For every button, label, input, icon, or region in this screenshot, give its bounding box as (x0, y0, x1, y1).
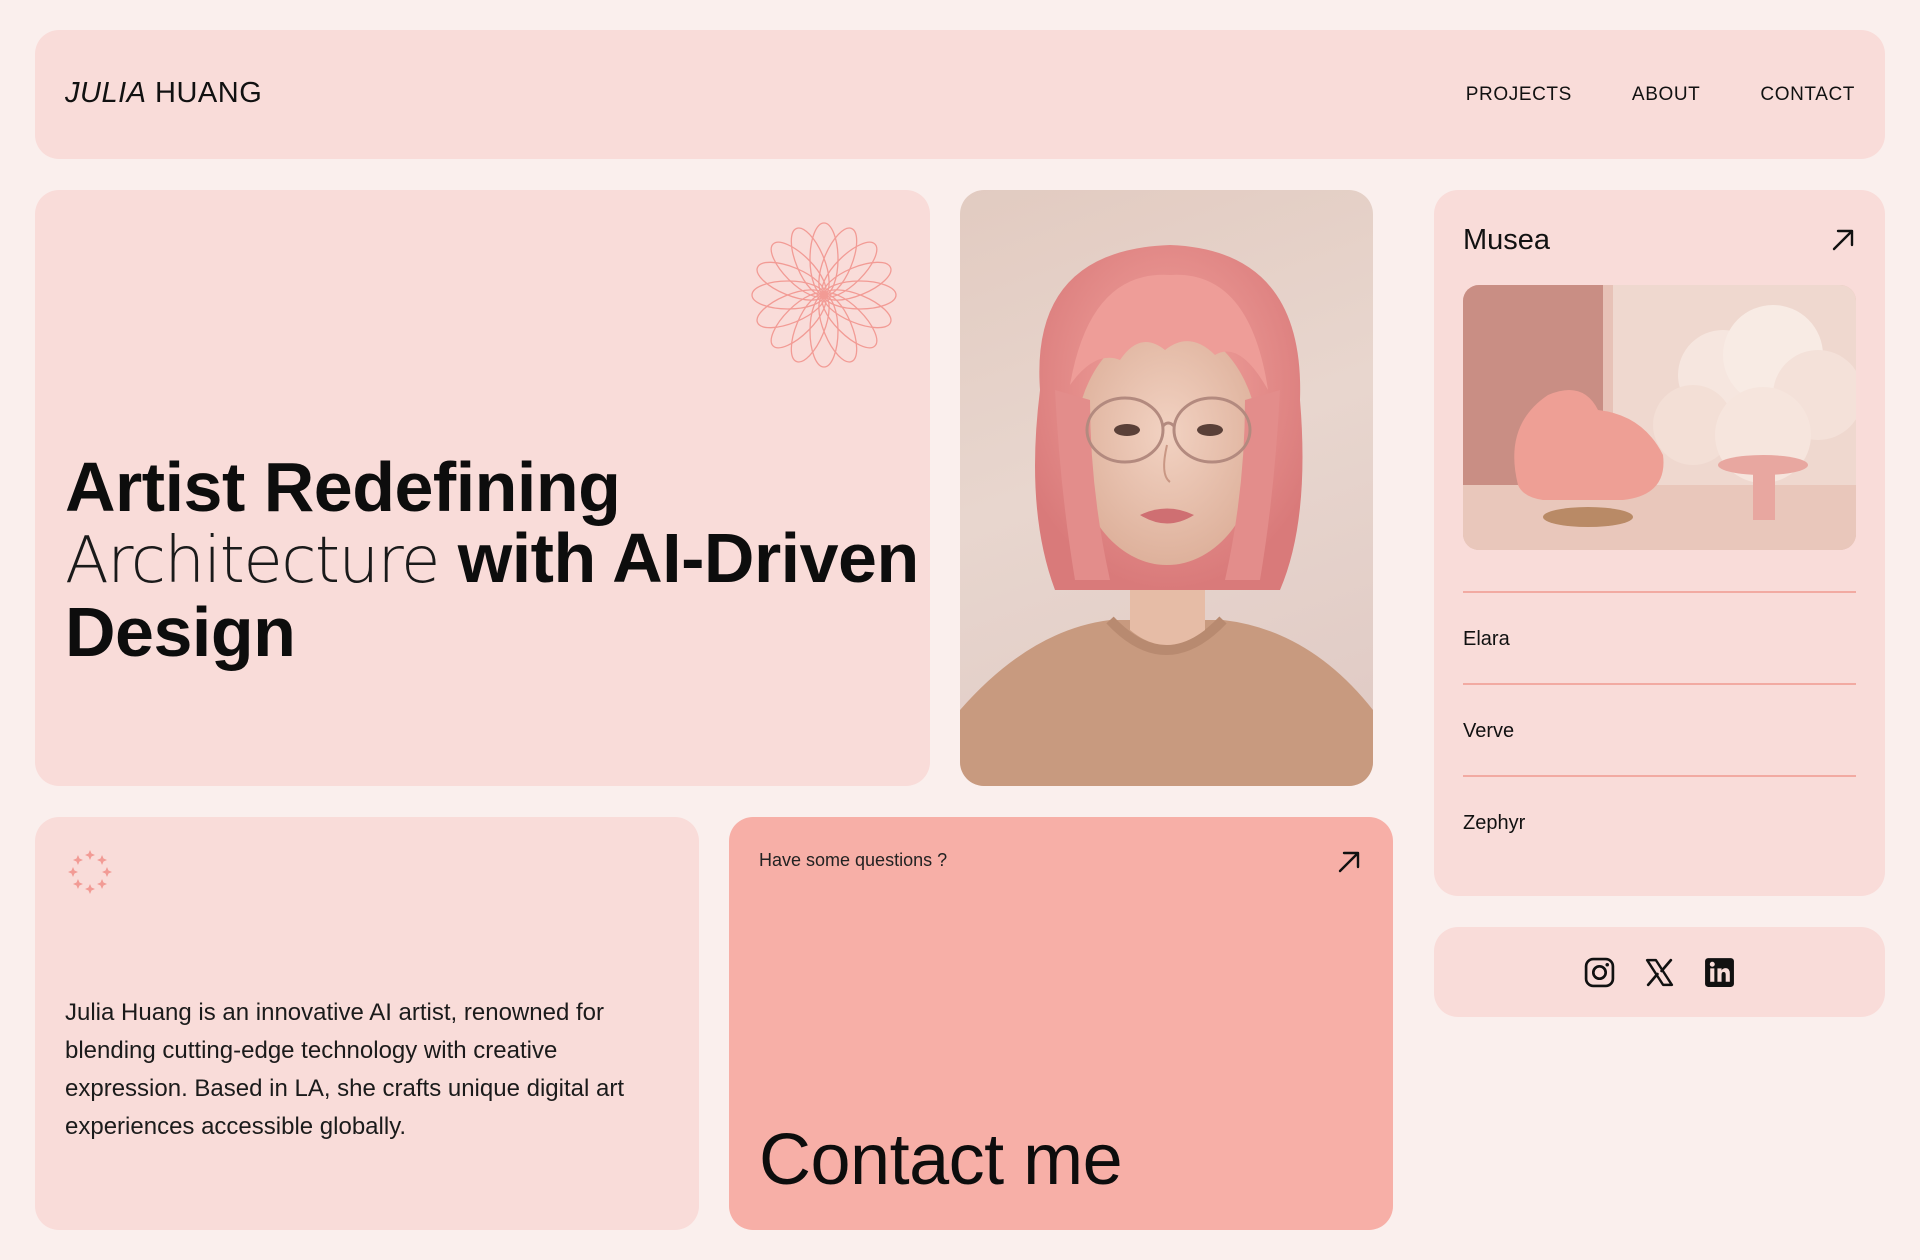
project-list: Elara Verve Zephyr (1463, 591, 1856, 867)
contact-me-button[interactable]: Contact me (759, 1119, 1123, 1201)
x-icon[interactable] (1643, 956, 1676, 989)
hero-card: Artist Redefining Architecture with AI-D… (35, 190, 930, 786)
projects-card: Musea Elara Verve Zephyr (1434, 190, 1885, 896)
project-illustration (1463, 285, 1856, 550)
arrow-up-right-icon[interactable] (1335, 848, 1363, 876)
nav-projects[interactable]: PROJECTS (1466, 84, 1572, 106)
headline-line-2: with AI-Driven (438, 519, 919, 597)
about-card: Julia Huang is an innovative AI artist, … (35, 817, 699, 1230)
instagram-icon[interactable] (1583, 956, 1616, 989)
project-item-verve[interactable]: Verve (1463, 683, 1856, 775)
sparkle-ring-icon (68, 850, 112, 894)
hero-headline: Artist Redefining Architecture with AI-D… (65, 452, 919, 668)
portrait-image (960, 190, 1373, 786)
flower-outline-icon (751, 222, 897, 368)
contact-card[interactable]: Have some questions ? Contact me (729, 817, 1393, 1230)
logo-first-name: JULIA (65, 77, 147, 109)
headline-thin-word: Architecture (65, 524, 440, 598)
nav-contact[interactable]: CONTACT (1760, 84, 1855, 106)
headline-line-3: Design (65, 593, 296, 671)
portrait-illustration (960, 245, 1373, 786)
linkedin-icon[interactable] (1703, 956, 1736, 989)
nav-about[interactable]: ABOUT (1632, 84, 1700, 106)
project-item-zephyr[interactable]: Zephyr (1463, 775, 1856, 867)
project-preview-image[interactable] (1463, 285, 1856, 550)
headline-line-1: Artist Redefining (65, 448, 621, 526)
site-logo[interactable]: JULIA HUANG (65, 77, 262, 110)
main-nav: PROJECTS ABOUT CONTACT (1466, 84, 1855, 106)
project-item-elara[interactable]: Elara (1463, 591, 1856, 683)
arrow-up-right-icon[interactable] (1829, 226, 1857, 254)
logo-last-name: HUANG (155, 77, 263, 109)
project-title[interactable]: Musea (1463, 224, 1550, 257)
contact-question: Have some questions ? (759, 850, 948, 870)
social-links-card (1434, 927, 1885, 1017)
about-text: Julia Huang is an innovative AI artist, … (65, 999, 624, 1140)
site-header: JULIA HUANG PROJECTS ABOUT CONTACT (35, 30, 1885, 159)
